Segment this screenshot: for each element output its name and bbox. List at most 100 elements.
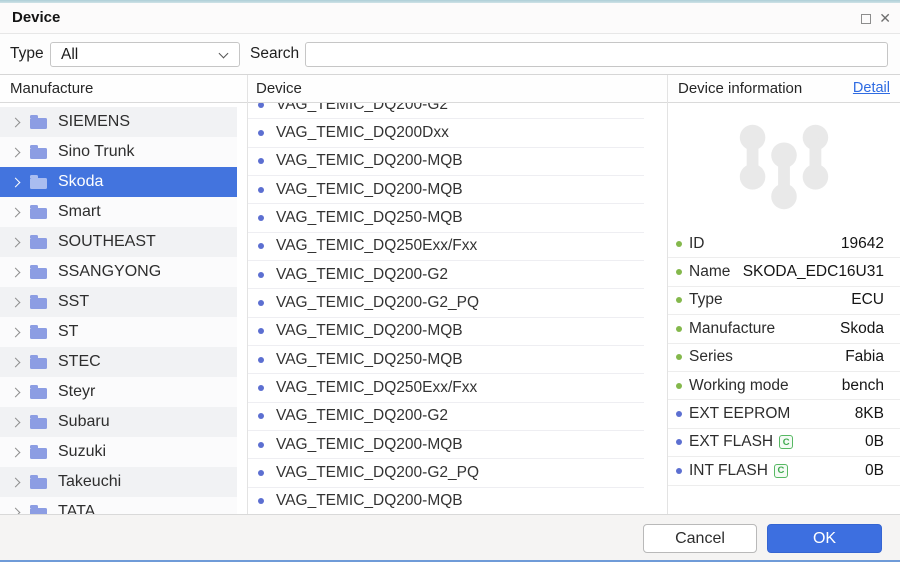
device-label: VAG_TEMIC_DQ250-MQB xyxy=(276,351,463,369)
device-row[interactable]: VAG_TEMIC_DQ200Dxx xyxy=(248,119,644,147)
ok-button[interactable]: OK xyxy=(767,524,882,553)
bullet-icon xyxy=(258,130,264,136)
bullet-icon xyxy=(258,357,264,363)
device-row[interactable]: VAG_TEMIC_DQ200-G2 xyxy=(248,261,644,289)
manufacturer-label: Steyr xyxy=(58,383,95,401)
type-label: Type xyxy=(10,34,44,74)
info-row: Working modebench xyxy=(668,372,900,400)
device-label: VAG_TEMIC_DQ200-G2 xyxy=(276,103,448,114)
device-label: VAG_TEMIC_DQ200-MQB xyxy=(276,322,463,340)
type-select[interactable]: All xyxy=(50,42,240,67)
device-list[interactable]: VAG_TEMIC_DQ200-G2 VAG_TEMIC_DQ200Dxx VAG_… xyxy=(248,103,667,514)
device-info-fields: ID 19642 NameSKODA_EDC16U31TypeECUManufact… xyxy=(668,230,900,486)
device-row[interactable]: VAG_TEMIC_DQ200-MQB xyxy=(248,431,644,459)
device-row[interactable]: VAG_TEMIC_DQ200-G2_PQ xyxy=(248,289,644,317)
folder-icon xyxy=(30,418,47,429)
bullet-icon xyxy=(258,158,264,164)
type-select-value: All xyxy=(61,46,78,64)
info-row: SeriesFabia xyxy=(668,344,900,372)
manufacturer-label: Smart xyxy=(58,203,101,221)
manufacturer-label: Skoda xyxy=(58,173,103,191)
device-label: VAG_TEMIC_DQ200-MQB xyxy=(276,181,463,199)
info-row: ManufactureSkoda xyxy=(668,315,900,343)
folder-icon xyxy=(30,388,47,399)
chevron-right-icon xyxy=(11,297,21,307)
device-row[interactable]: VAG_TEMIC_DQ200-G2 xyxy=(248,103,644,119)
device-row[interactable]: VAG_TEMIC_DQ200-MQB xyxy=(248,488,644,514)
chevron-right-icon xyxy=(11,177,21,187)
folder-icon xyxy=(30,148,47,159)
manufacturer-row[interactable]: Smart xyxy=(0,197,237,227)
manufacturer-row[interactable]: Skoda xyxy=(0,167,237,197)
device-row[interactable]: VAG_TEMIC_DQ200-G2 xyxy=(248,403,644,431)
info-field-label: INT FLASH xyxy=(689,462,768,480)
device-info-column: Device information Detail ID 19642 NameSKO… xyxy=(668,75,900,514)
close-icon[interactable]: ✕ xyxy=(877,3,893,34)
device-row[interactable]: VAG_TEMIC_DQ200-MQB xyxy=(248,318,644,346)
info-field-value: Fabia xyxy=(845,348,884,366)
dialog-title: Device xyxy=(12,3,60,33)
chevron-right-icon xyxy=(11,327,21,337)
info-row: EXT EEPROM8KB xyxy=(668,400,900,428)
manufacturer-row[interactable]: SSANGYONG xyxy=(0,257,237,287)
manufacturer-row[interactable]: Sino Trunk xyxy=(0,137,237,167)
manufacturer-row[interactable]: Steyr xyxy=(0,377,237,407)
device-label: VAG_TEMIC_DQ200-MQB xyxy=(276,492,463,510)
detail-link[interactable]: Detail xyxy=(853,75,890,102)
device-row[interactable]: VAG_TEMIC_DQ200-MQB xyxy=(248,176,644,204)
bullet-icon xyxy=(258,442,264,448)
device-label: VAG_TEMIC_DQ200-MQB xyxy=(276,152,463,170)
bullet-icon xyxy=(258,328,264,334)
device-dialog: Device ✕ Type All Search Manufacture SIE… xyxy=(0,0,900,562)
device-row[interactable]: VAG_TEMIC_DQ200-MQB xyxy=(248,148,644,176)
device-row[interactable]: VAG_TEMIC_DQ250-MQB xyxy=(248,204,644,232)
manufacturer-row[interactable]: Takeuchi xyxy=(0,467,237,497)
bullet-icon xyxy=(676,269,682,275)
folder-icon xyxy=(30,328,47,339)
device-row[interactable]: VAG_TEMIC_DQ200-G2_PQ xyxy=(248,459,644,487)
manufacturer-row[interactable]: Suzuki xyxy=(0,437,237,467)
folder-icon xyxy=(30,448,47,459)
device-row[interactable]: VAG_TEMIC_DQ250Exx/Fxx xyxy=(248,233,644,261)
bullet-icon xyxy=(258,215,264,221)
folder-icon xyxy=(30,208,47,219)
bullet-icon xyxy=(676,326,682,332)
manufacturer-row[interactable]: STEC xyxy=(0,347,237,377)
manufacturer-label: Suzuki xyxy=(58,443,106,461)
manufacturer-row[interactable]: SST xyxy=(0,287,237,317)
copy-icon[interactable]: C xyxy=(779,435,793,449)
info-row: TypeECU xyxy=(668,287,900,315)
folder-icon xyxy=(30,358,47,369)
device-label: VAG_TEMIC_DQ250Exx/Fxx xyxy=(276,379,477,397)
info-field-label: ID xyxy=(689,235,705,253)
toolbar: Type All Search xyxy=(0,34,900,75)
device-info-title: Device information xyxy=(678,80,802,97)
manufacturer-row[interactable]: ST xyxy=(0,317,237,347)
device-label: VAG_TEMIC_DQ200Dxx xyxy=(276,124,449,142)
chevron-right-icon xyxy=(11,237,21,247)
bullet-icon xyxy=(258,385,264,391)
bullet-icon xyxy=(676,468,682,474)
chevron-right-icon xyxy=(11,387,21,397)
manufacturer-row[interactable]: SOUTHEAST xyxy=(0,227,237,257)
manufacturer-label: Takeuchi xyxy=(58,473,121,491)
device-row[interactable]: VAG_TEMIC_DQ250-MQB xyxy=(248,346,644,374)
copy-icon[interactable]: C xyxy=(774,464,788,478)
cancel-button[interactable]: Cancel xyxy=(643,524,757,553)
info-field-value: ECU xyxy=(851,291,884,309)
info-field-value: 19642 xyxy=(841,235,884,253)
search-input[interactable] xyxy=(305,42,888,67)
device-label: VAG_TEMIC_DQ200-G2 xyxy=(276,407,448,425)
manufacture-list[interactable]: SIEMENSSino Trunk Skoda Smart SOUTHEASTSSAN… xyxy=(0,103,247,514)
bullet-icon xyxy=(676,354,682,360)
device-row[interactable]: VAG_TEMIC_DQ250Exx/Fxx xyxy=(248,374,644,402)
manufacturer-row[interactable]: Subaru xyxy=(0,407,237,437)
chevron-right-icon xyxy=(11,357,21,367)
manufacturer-row[interactable]: SIEMENS xyxy=(0,107,237,137)
manufacturer-row[interactable]: TATA xyxy=(0,497,237,514)
bullet-icon xyxy=(676,383,682,389)
maximize-icon[interactable] xyxy=(861,14,871,24)
manufacturer-label: Subaru xyxy=(58,413,110,431)
info-row: NameSKODA_EDC16U31 xyxy=(668,258,900,286)
device-label: VAG_TEMIC_DQ200-G2_PQ xyxy=(276,464,479,482)
